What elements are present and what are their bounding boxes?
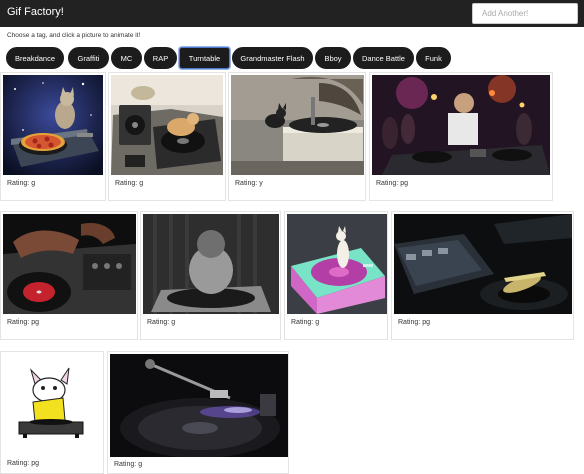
rotating-turntables-gif[interactable] — [394, 214, 572, 314]
gif-card[interactable]: Rating: g — [284, 211, 388, 340]
gif-rating: Rating: g — [114, 461, 143, 468]
baby-on-turntable-gif[interactable] — [143, 214, 279, 314]
gif-rating: Rating: g — [7, 180, 36, 187]
gif-card[interactable]: Rating: g — [140, 211, 281, 340]
tag-button-turntable[interactable]: Turntable — [179, 47, 230, 69]
cats-on-turntables-gif[interactable] — [111, 75, 223, 175]
add-tag-input[interactable] — [472, 3, 578, 24]
instructions-text: Choose a tag, and click a picture to ani… — [7, 32, 141, 39]
gif-rating: Rating: pg — [376, 180, 408, 187]
gif-card[interactable]: Rating: pg — [0, 351, 104, 474]
gif-rating: Rating: pg — [7, 460, 39, 467]
gif-rating: Rating: pg — [398, 319, 430, 326]
cat-dj-pizza-space-gif[interactable] — [3, 75, 103, 175]
gif-rating: Rating: pg — [7, 319, 39, 326]
gif-card[interactable]: Rating: pg — [369, 72, 553, 201]
gif-card[interactable]: Rating: g — [107, 351, 289, 474]
tag-button-mc[interactable]: MC — [111, 47, 142, 69]
gif-card[interactable]: Rating: g — [108, 72, 226, 201]
tag-button-dance-battle[interactable]: Dance Battle — [353, 47, 414, 69]
gif-card[interactable]: Rating: g — [0, 72, 106, 201]
gif-card[interactable]: Rating: y — [228, 72, 366, 201]
gif-rating: Rating: g — [115, 180, 144, 187]
cat-on-phonograph-gif[interactable] — [231, 75, 364, 175]
tag-button-breakdance[interactable]: Breakdance — [6, 47, 64, 69]
tag-button-grandmaster-flash[interactable]: Grandmaster Flash — [232, 47, 313, 69]
hand-scratching-record-gif[interactable] — [3, 214, 136, 314]
navbar: Gif Factory! — [0, 0, 584, 27]
gif-card[interactable]: Rating: pg — [0, 211, 138, 340]
tag-button-graffiti[interactable]: Graffiti — [68, 47, 109, 69]
tag-button-funk[interactable]: Funk — [416, 47, 451, 69]
gif-rating: Rating: g — [291, 319, 320, 326]
gif-card[interactable]: Rating: pg — [391, 211, 574, 340]
tag-button-rap[interactable]: RAP — [144, 47, 177, 69]
turntable-close-up-gif[interactable] — [110, 354, 288, 457]
tag-button-bboy[interactable]: Bboy — [315, 47, 351, 69]
cartoon-cat-dj-gif[interactable] — [3, 358, 103, 452]
cat-spinning-on-turntable-gif[interactable] — [287, 214, 387, 314]
dj-club-stage-gif[interactable] — [372, 75, 550, 175]
gif-rating: Rating: g — [147, 319, 176, 326]
app-title[interactable]: Gif Factory! — [7, 6, 64, 18]
gif-rating: Rating: y — [235, 180, 263, 187]
